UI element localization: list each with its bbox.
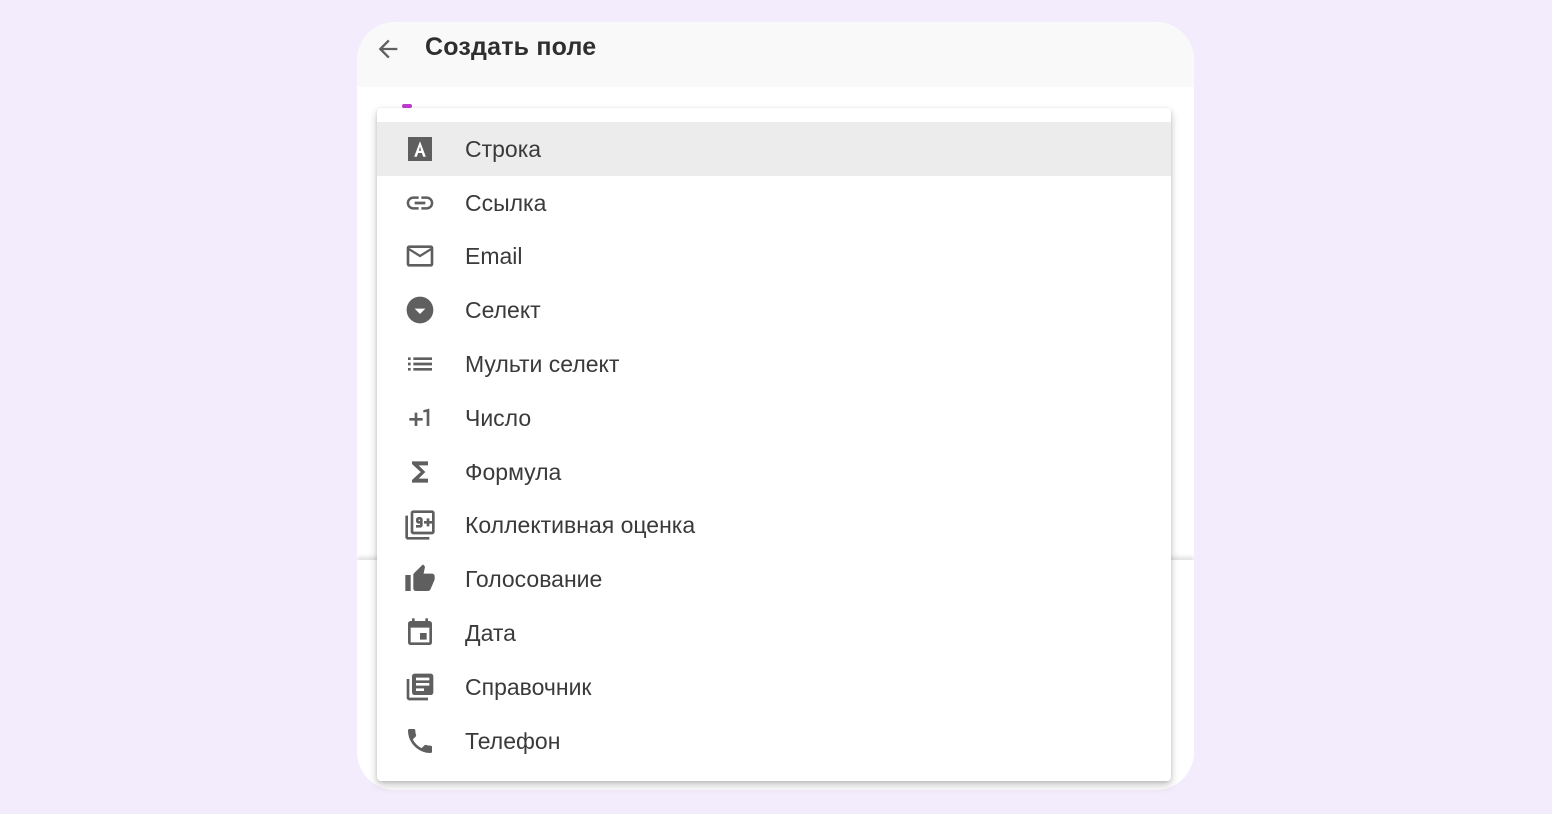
menu-item-select[interactable]: Селект [377,283,1171,337]
menu-item-email[interactable]: Email [377,230,1171,284]
menu-item-label: Справочник [465,673,592,700]
menu-item-string[interactable]: Строка [377,122,1171,176]
menu-item-date[interactable]: Дата [377,606,1171,660]
menu-item-label: Мульти селект [465,351,620,378]
dialog-header: Создать поле [357,22,1194,87]
text-a-icon [403,132,437,166]
menu-item-label: Голосование [465,566,603,593]
menu-item-multiselect[interactable]: Мульти селект [377,337,1171,391]
menu-item-number[interactable]: Число [377,391,1171,445]
menu-item-reference[interactable]: Справочник [377,660,1171,714]
sigma-icon [403,455,437,489]
menu-item-label: Ссылка [465,189,547,216]
dropdown-circle-icon [403,293,437,327]
field-type-menu: Строка Ссылка Email Селект Мульти селект… [377,108,1171,781]
menu-item-label: Дата [465,620,516,647]
menu-item-formula[interactable]: Формула [377,445,1171,499]
list-icon [403,347,437,381]
menu-item-rating[interactable]: Коллективная оценка [377,499,1171,553]
mail-icon [403,239,437,273]
filter-9-plus-icon [403,508,437,542]
arrow-back-icon [378,39,398,59]
phone-icon [403,724,437,758]
menu-item-label: Коллективная оценка [465,512,696,539]
menu-item-phone[interactable]: Телефон [377,714,1171,768]
menu-item-voting[interactable]: Голосование [377,552,1171,606]
menu-item-label: Формула [465,458,562,485]
link-icon [403,186,437,220]
menu-item-label: Число [465,404,532,431]
menu-item-link[interactable]: Ссылка [377,176,1171,230]
thumb-up-icon [403,562,437,596]
menu-item-label: Селект [465,297,541,324]
plus-one-icon [403,401,437,435]
back-button[interactable] [373,34,403,64]
dialog-title: Создать поле [425,33,597,61]
menu-item-label: Телефон [465,727,561,754]
library-books-icon [403,670,437,704]
calendar-icon [403,616,437,650]
menu-item-label: Email [465,243,523,270]
menu-item-label: Строка [465,135,542,162]
